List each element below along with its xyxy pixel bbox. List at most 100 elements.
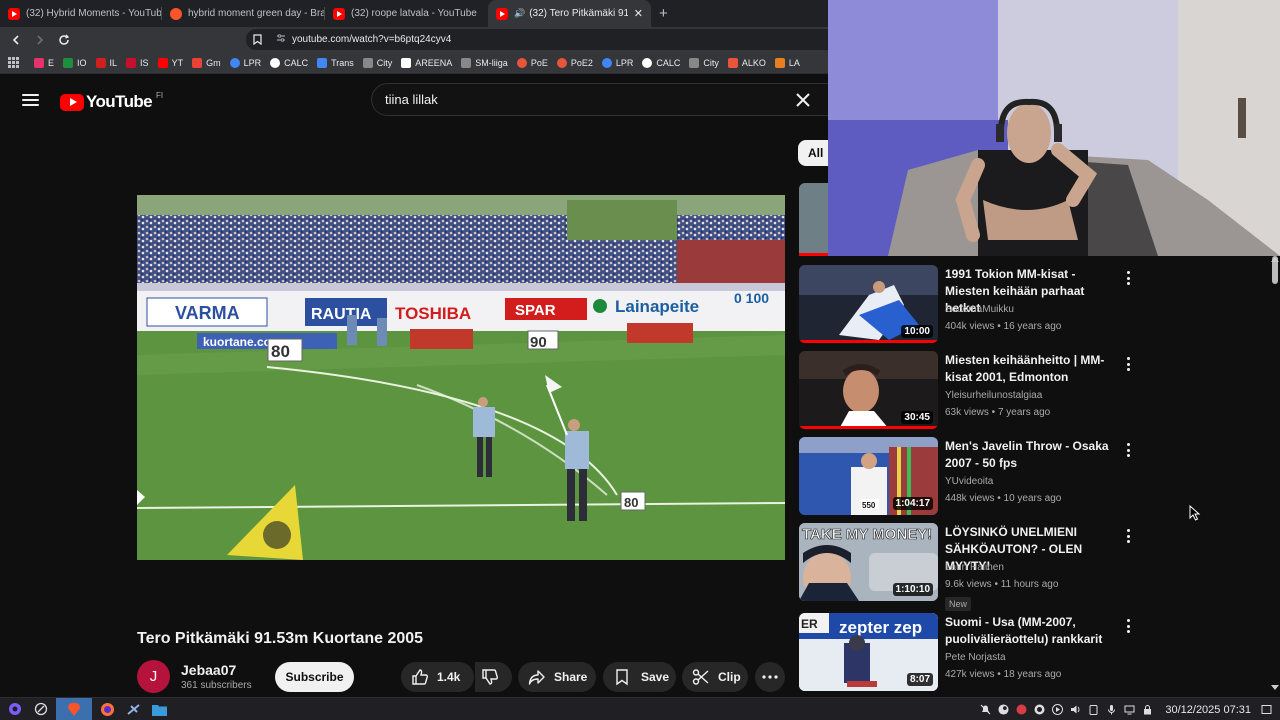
- clear-search-icon[interactable]: [794, 91, 812, 109]
- more-vertical-icon[interactable]: [1124, 357, 1132, 371]
- speaker-icon[interactable]: 🔊: [514, 8, 525, 19]
- address-bar[interactable]: youtube.com/watch?v=b6ptq24cyv4: [246, 29, 828, 50]
- ad-rautia: RAUTIA: [311, 306, 372, 323]
- country-code: FI: [156, 90, 164, 100]
- recommendation-thumbnail-partial[interactable]: [799, 183, 828, 256]
- bookmark-calc-2[interactable]: CALC: [642, 57, 680, 68]
- recommendation-item[interactable]: TAKE MY MONEY! 1:10:10 LÖYSINKÖ UNELMIEN…: [799, 523, 1269, 613]
- bookmark-is[interactable]: IS: [126, 57, 149, 68]
- media-play-icon[interactable]: [1052, 704, 1064, 715]
- bookmark-e[interactable]: E: [34, 57, 54, 68]
- bookmark-poe[interactable]: PoE: [516, 57, 548, 68]
- browser-toolbar: youtube.com/watch?v=b6ptq24cyv4: [0, 27, 828, 52]
- notifications-off-icon[interactable]: [980, 704, 991, 715]
- recommendation-item[interactable]: zepter zep ER 8:07 Suomi - Usa (MM-2007, …: [799, 613, 1269, 695]
- steam-icon[interactable]: [122, 698, 144, 720]
- volume-icon[interactable]: [1070, 704, 1081, 715]
- recommendation-channel[interactable]: SodomaMuikku: [945, 304, 1014, 315]
- recommendation-title[interactable]: Miesten keihäänheitto | MM-kisat 2001, E…: [945, 352, 1117, 386]
- channel-avatar[interactable]: J: [137, 660, 170, 693]
- bookmark-icon[interactable]: [252, 34, 262, 46]
- clip-button[interactable]: Clip: [682, 662, 748, 692]
- start-menu-icon[interactable]: [4, 698, 26, 720]
- recommendation-channel[interactable]: Yleisurheilunostalgiaa: [945, 390, 1042, 401]
- like-button[interactable]: 1.4k: [401, 662, 474, 692]
- tab-brave-search[interactable]: hybrid moment green day - Bra: [162, 0, 325, 27]
- more-vertical-icon[interactable]: [1124, 619, 1132, 633]
- bookmark-calc[interactable]: CALC: [270, 57, 308, 68]
- bookmark-city-2[interactable]: City: [689, 57, 719, 68]
- show-desktop-icon[interactable]: [1261, 704, 1272, 715]
- clock-datetime[interactable]: 30/12/2025 07:31: [1165, 704, 1251, 716]
- brave-taskbar-icon[interactable]: [56, 698, 92, 720]
- network-icon[interactable]: [1124, 704, 1135, 715]
- recommendation-title[interactable]: Men's Javelin Throw - Osaka 2007 - 50 fp…: [945, 438, 1117, 472]
- overview-icon[interactable]: [30, 698, 52, 720]
- lock-icon[interactable]: [1142, 704, 1153, 715]
- clipboard-icon[interactable]: [1088, 704, 1099, 715]
- microphone-icon[interactable]: [1106, 704, 1117, 715]
- recommendation-channel[interactable]: YUvideoita: [945, 476, 993, 487]
- bookmark-io[interactable]: IO: [63, 57, 87, 68]
- firefox-icon[interactable]: [96, 698, 118, 720]
- more-vertical-icon[interactable]: [1124, 443, 1132, 457]
- more-vertical-icon[interactable]: [1124, 271, 1132, 285]
- steam-tray-icon[interactable]: [998, 704, 1009, 715]
- dislike-button[interactable]: [475, 662, 512, 692]
- new-tab-button[interactable]: +: [659, 0, 668, 27]
- bookmark-yt[interactable]: YT: [157, 57, 183, 68]
- tab-label: (32) Hybrid Moments - YouTube: [26, 8, 162, 19]
- bookmark-lpr[interactable]: LPR: [229, 57, 261, 68]
- recommendation-thumbnail: 10:00: [799, 265, 938, 343]
- save-button[interactable]: Save: [603, 662, 676, 692]
- tab-roope-latvala[interactable]: (32) roope latvala - YouTube: [325, 0, 488, 27]
- record-icon[interactable]: [1016, 704, 1027, 715]
- bookmark-favicon-icon: [95, 57, 106, 68]
- subscribe-button[interactable]: Subscribe: [275, 662, 354, 692]
- youtube-logo[interactable]: YouTube FI: [60, 90, 164, 112]
- apps-grid-icon[interactable]: [8, 56, 20, 69]
- scroll-down-arrow-icon[interactable]: [1271, 685, 1279, 691]
- recommendation-item[interactable]: 30:45 Miesten keihäänheitto | MM-kisat 2…: [799, 351, 1269, 433]
- channel-name[interactable]: Jebaa07: [181, 662, 236, 678]
- more-actions-button[interactable]: [755, 662, 785, 692]
- bookmark-favicon-icon: [689, 57, 700, 68]
- back-button[interactable]: [6, 30, 26, 50]
- recommendation-channel[interactable]: Pete Norjasta: [945, 652, 1006, 663]
- tab-tero-pitkamaki[interactable]: 🔊 (32) Tero Pitkämäki 91.53 ✕: [488, 0, 651, 27]
- bookmark-favicon-icon: [601, 57, 612, 68]
- bookmark-gm[interactable]: Gm: [192, 57, 221, 68]
- video-player[interactable]: VARMA RAUTIA TOSHIBA SPAR Lainapeite 0 1…: [137, 195, 785, 560]
- bookmark-il[interactable]: IL: [95, 57, 117, 68]
- tab-hybrid-moments[interactable]: (32) Hybrid Moments - YouTube: [0, 0, 162, 27]
- bookmark-lpr-2[interactable]: LPR: [601, 57, 633, 68]
- recommendation-item[interactable]: 10:00 1991 Tokion MM-kisat - Miesten kei…: [799, 265, 1269, 347]
- recommendation-title[interactable]: Suomi - Usa (MM-2007, puolivälieräottelu…: [945, 614, 1117, 648]
- bookmark-areena[interactable]: AREENA: [401, 57, 452, 68]
- bookmark-city[interactable]: City: [362, 57, 392, 68]
- obs-icon[interactable]: [1034, 704, 1045, 715]
- share-button[interactable]: Share: [518, 662, 596, 692]
- bookmark-poe2[interactable]: PoE2: [556, 57, 593, 68]
- chip-all[interactable]: All: [798, 140, 828, 166]
- distance-marker-80-foreground: 80: [624, 495, 638, 510]
- bookmark-sm-liiga[interactable]: SM-liiga: [461, 57, 508, 68]
- bookmark-trans[interactable]: Trans: [317, 57, 354, 68]
- bookmark-alko[interactable]: ALKO: [727, 57, 766, 68]
- distance-marker-90: 90: [530, 334, 547, 351]
- menu-icon[interactable]: [22, 94, 39, 106]
- more-vertical-icon[interactable]: [1124, 529, 1132, 543]
- share-icon: [528, 670, 545, 685]
- folder-icon[interactable]: [148, 698, 170, 720]
- scrollbar-track[interactable]: [1270, 256, 1280, 696]
- reload-button[interactable]: [54, 30, 74, 50]
- forward-button[interactable]: [30, 30, 50, 50]
- bookmark-favicon-icon: [516, 57, 527, 68]
- close-tab-icon[interactable]: ✕: [628, 7, 643, 20]
- bookmark-favicon-icon: [63, 57, 74, 68]
- search-input[interactable]: tiina lillak: [371, 83, 828, 116]
- recommendation-channel[interactable]: Lauri Halinen: [945, 562, 1004, 573]
- site-info-icon[interactable]: [276, 33, 286, 46]
- scroll-up-arrow-icon[interactable]: [1271, 256, 1279, 262]
- bookmark-la[interactable]: LA: [774, 57, 800, 68]
